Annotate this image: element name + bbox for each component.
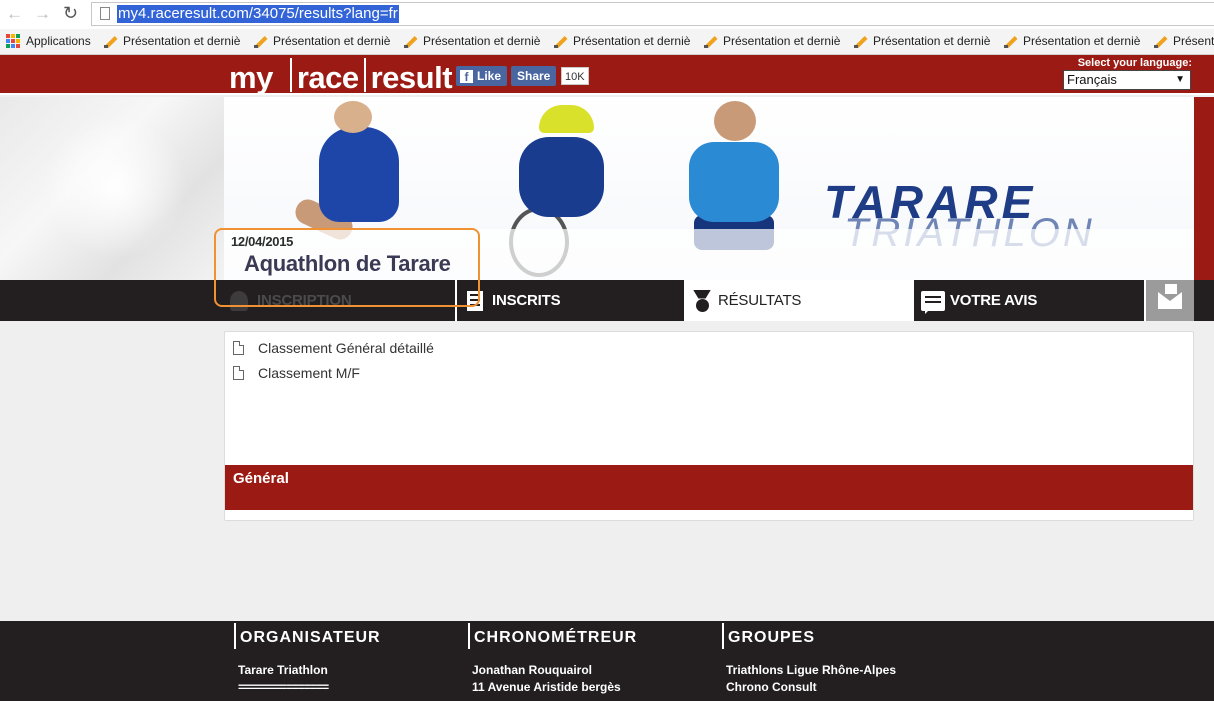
bookmark-label: Présentation et derniè (123, 34, 241, 48)
tab-votre-avis[interactable]: VOTRE AVIS (915, 280, 1143, 321)
runner-figure (689, 142, 779, 222)
pencil-icon (254, 35, 267, 48)
bookmark-item[interactable]: Présent (1154, 34, 1214, 48)
contact-button[interactable] (1144, 280, 1194, 321)
language-label: Select your language: (1077, 57, 1192, 69)
site-footer: ORGANISATEUR Tarare Triathlon ==========… (0, 621, 1214, 701)
footer-heading: CHRONOMÉTREUR (474, 629, 638, 646)
footer-line[interactable]: Tarare Triathlon (238, 663, 328, 677)
runner-figure (714, 101, 756, 141)
pencil-icon (1004, 35, 1017, 48)
bookmark-label: Présentation et derniè (573, 34, 691, 48)
athlete-figure (319, 127, 399, 222)
tab-label: INSCRITS (492, 292, 561, 309)
page-icon (100, 7, 110, 20)
athlete-figure (334, 101, 372, 133)
highlight-annotation (214, 228, 480, 307)
pencil-icon (554, 35, 567, 48)
document-icon (233, 341, 244, 355)
dropdown-caret-icon: ▼ (1175, 74, 1185, 85)
bookmark-label: Applications (26, 34, 91, 48)
forward-arrow-icon[interactable]: → (34, 4, 51, 24)
bookmarks-bar: Applications Présentation et derniè Prés… (0, 29, 1214, 55)
bookmark-item[interactable]: Présentation et derniè (704, 34, 840, 48)
results-panel: Classement Général détaillé Classement M… (224, 331, 1194, 521)
back-arrow-icon[interactable]: ← (6, 4, 23, 24)
browser-toolbar: ← → ↻ my4.raceresult.com/34075/results?l… (0, 0, 1214, 29)
bookmark-label: Présentation et derniè (1023, 34, 1141, 48)
footer-link[interactable]: Triathlons Ligue Rhône-Alpes (726, 663, 896, 677)
pencil-icon (104, 35, 117, 48)
section-title: Général (233, 470, 289, 487)
tab-resultats[interactable]: RÉSULTATS (684, 280, 914, 321)
document-icon (233, 366, 244, 380)
bookmark-item[interactable]: Présentation et derniè (1004, 34, 1140, 48)
bookmark-item[interactable]: Présentation et derniè (854, 34, 990, 48)
bookmark-apps[interactable]: Applications (6, 34, 91, 48)
logo-race: race (296, 60, 359, 95)
bookmark-item[interactable]: Présentation et derniè (404, 34, 540, 48)
envelope-icon (1158, 283, 1182, 309)
pencil-icon (854, 35, 867, 48)
footer-line: 11 Avenue Aristide bergès (472, 680, 621, 694)
pencil-icon (704, 35, 717, 48)
share-count: 10K (561, 67, 589, 85)
language-value: Français (1067, 72, 1117, 87)
event-nav: INSCRIPTION INSCRITS RÉSULTATS VOTRE AVI… (0, 280, 1214, 321)
result-link-label: Classement M/F (258, 365, 360, 381)
bookmark-label: Présentation et derniè (423, 34, 541, 48)
footer-link[interactable]: Chrono Consult (726, 680, 817, 694)
like-label: Like (477, 69, 502, 83)
footer-line: =============== (238, 680, 329, 694)
bookmark-item[interactable]: Présentation et derniè (104, 34, 240, 48)
logo-my: my (229, 60, 273, 95)
hero-left-background (0, 97, 224, 280)
comment-icon (921, 290, 945, 314)
url-text[interactable]: my4.raceresult.com/34075/results?lang=fr (117, 5, 399, 23)
tab-inscrits[interactable]: INSCRITS (455, 280, 683, 321)
facebook-like-button[interactable]: f Like (456, 66, 508, 86)
facebook-share-button[interactable]: Share (511, 66, 557, 86)
bookmark-label: Présentation et derniè (273, 34, 391, 48)
language-select[interactable]: Français ▼ (1063, 70, 1191, 90)
logo-divider (363, 58, 366, 92)
facebook-icon: f (460, 69, 473, 84)
bookmark-label: Présentation et derniè (723, 34, 841, 48)
footer-heading: GROUPES (728, 629, 816, 646)
tab-label: RÉSULTATS (718, 292, 802, 309)
bookmark-label: Présent (1173, 34, 1214, 48)
section-header-general: Général (225, 465, 1193, 510)
logo-result: result (370, 60, 453, 95)
result-link-general-detaille[interactable]: Classement Général détaillé (233, 340, 434, 356)
result-link-classement-mf[interactable]: Classement M/F (233, 365, 360, 381)
cyclist-helmet (539, 105, 594, 133)
reload-icon[interactable]: ↻ (63, 3, 78, 24)
pencil-icon (404, 35, 417, 48)
medal-icon (692, 290, 712, 312)
tab-label: VOTRE AVIS (950, 292, 1038, 309)
pencil-icon (1154, 35, 1167, 48)
myraceresult-logo[interactable]: my race result (229, 58, 453, 96)
footer-heading: ORGANISATEUR (240, 629, 381, 646)
result-link-label: Classement Général détaillé (258, 340, 434, 356)
hero-right-background (1194, 97, 1214, 280)
address-bar[interactable]: my4.raceresult.com/34075/results?lang=fr (91, 2, 1214, 26)
apps-grid-icon (6, 34, 20, 48)
site-header: my race result f Like Share 10K Select you… (0, 55, 1214, 95)
cyclist-figure (519, 137, 604, 217)
bookmark-label: Présentation et derniè (873, 34, 991, 48)
footer-line[interactable]: Jonathan Rouquairol (472, 663, 592, 677)
bookmark-item[interactable]: Présentation et derniè (554, 34, 690, 48)
logo-divider (289, 58, 292, 92)
bookmark-item[interactable]: Présentation et derniè (254, 34, 390, 48)
